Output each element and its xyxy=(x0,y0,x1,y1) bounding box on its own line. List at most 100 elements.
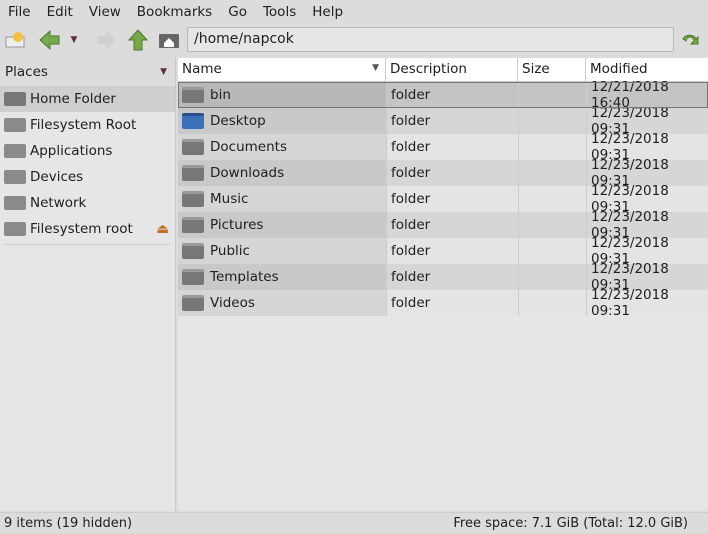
size-cell xyxy=(518,160,586,186)
computer-icon xyxy=(4,170,26,184)
size-cell xyxy=(518,82,586,108)
place-label: Filesystem root xyxy=(30,221,133,237)
place-item[interactable]: Applications xyxy=(0,138,175,164)
column-headers: Name ▼ Description Size Modified xyxy=(178,58,708,82)
folder-downloads-icon xyxy=(182,165,204,181)
back-arrow-icon xyxy=(39,30,60,50)
name-cell: Documents xyxy=(178,134,386,160)
free-space: Free space: 7.1 GiB (Total: 12.0 GiB) xyxy=(453,516,688,531)
places-title: Places xyxy=(5,64,48,80)
chevron-down-icon: ▼ xyxy=(160,67,167,77)
place-item[interactable]: Filesystem root ⏏ xyxy=(0,216,175,242)
name-cell: bin xyxy=(178,82,386,108)
menu-edit[interactable]: Edit xyxy=(47,4,73,20)
menu-bookmarks[interactable]: Bookmarks xyxy=(137,4,212,20)
file-name: bin xyxy=(210,87,231,103)
home-folder-icon xyxy=(159,34,179,48)
back-button[interactable] xyxy=(38,28,62,52)
go-button[interactable] xyxy=(678,28,702,52)
file-name: Music xyxy=(210,191,249,207)
column-description[interactable]: Description xyxy=(386,58,518,81)
column-modified[interactable]: Modified xyxy=(586,58,708,81)
sort-desc-icon: ▼ xyxy=(372,63,379,73)
place-label: Network xyxy=(30,195,87,211)
chevron-down-icon: ▼ xyxy=(70,35,78,45)
menu-help[interactable]: Help xyxy=(312,4,343,20)
item-count: 9 items (19 hidden) xyxy=(4,516,133,531)
file-name: Public xyxy=(210,243,250,259)
forward-arrow-icon xyxy=(97,31,116,49)
place-label: Applications xyxy=(30,143,113,159)
places-sidebar: Places ▼ Home Folder Filesystem Root Applic… xyxy=(0,58,176,511)
home-folder-icon xyxy=(4,92,26,106)
file-name: Documents xyxy=(210,139,287,155)
place-item[interactable]: Network xyxy=(0,190,175,216)
file-name: Downloads xyxy=(210,165,285,181)
folder-templates-icon xyxy=(182,269,204,285)
description-cell: folder xyxy=(386,82,518,108)
description-cell: folder xyxy=(386,134,518,160)
file-name: Templates xyxy=(210,269,279,285)
description-cell: folder xyxy=(386,108,518,134)
network-icon xyxy=(4,196,26,210)
menu-file[interactable]: File xyxy=(8,4,31,20)
folder-pictures-icon xyxy=(182,217,204,233)
file-list: Name ▼ Description Size Modified bin folde… xyxy=(178,58,708,511)
folder-public-icon xyxy=(182,243,204,259)
menu-go[interactable]: Go xyxy=(228,4,247,20)
size-cell xyxy=(518,186,586,212)
folder-documents-icon xyxy=(182,139,204,155)
reload-go-icon xyxy=(682,34,699,45)
place-item[interactable]: Home Folder xyxy=(0,86,175,112)
size-cell xyxy=(518,212,586,238)
column-name[interactable]: Name ▼ xyxy=(178,58,386,81)
name-cell: Videos xyxy=(178,290,386,316)
file-name: Desktop xyxy=(210,113,266,129)
size-cell xyxy=(518,238,586,264)
place-item[interactable]: Devices xyxy=(0,164,175,190)
menu-tools[interactable]: Tools xyxy=(263,4,296,20)
up-arrow-icon xyxy=(128,29,148,51)
name-cell: Public xyxy=(178,238,386,264)
description-cell: folder xyxy=(386,238,518,264)
size-cell xyxy=(518,264,586,290)
new-window-icon xyxy=(5,32,25,48)
address-bar[interactable]: /home/napcok xyxy=(187,27,674,52)
forward-button[interactable] xyxy=(94,28,118,52)
status-bar: 9 items (19 hidden) Free space: 7.1 GiB … xyxy=(0,512,708,534)
desktop-icon xyxy=(182,113,204,129)
column-size[interactable]: Size xyxy=(518,58,586,81)
drive-icon xyxy=(4,222,26,236)
folder-videos-icon xyxy=(182,295,204,311)
new-window-button[interactable] xyxy=(4,28,28,52)
drive-icon xyxy=(4,118,26,132)
modified-cell: 12/23/2018 09:31 xyxy=(586,287,708,319)
name-cell: Desktop xyxy=(178,108,386,134)
history-dropdown[interactable]: ▼ xyxy=(66,28,82,52)
up-button[interactable] xyxy=(126,28,150,52)
column-label: Name xyxy=(182,61,222,77)
menu-view[interactable]: View xyxy=(89,4,121,20)
size-cell xyxy=(518,134,586,160)
description-cell: folder xyxy=(386,186,518,212)
name-cell: Pictures xyxy=(178,212,386,238)
home-button[interactable] xyxy=(157,28,181,52)
name-cell: Music xyxy=(178,186,386,212)
menubar: File Edit View Bookmarks Go Tools Help xyxy=(0,0,708,24)
file-name: Pictures xyxy=(210,217,264,233)
place-item[interactable]: Filesystem Root xyxy=(0,112,175,138)
divider xyxy=(4,244,171,245)
eject-icon[interactable]: ⏏ xyxy=(156,221,169,237)
file-row[interactable]: Videos folder 12/23/2018 09:31 xyxy=(178,287,708,319)
file-name: Videos xyxy=(210,295,255,311)
size-cell xyxy=(518,108,586,134)
folder-music-icon xyxy=(182,191,204,207)
places-header[interactable]: Places ▼ xyxy=(0,58,175,86)
place-label: Filesystem Root xyxy=(30,117,137,133)
description-cell: folder xyxy=(386,160,518,186)
place-label: Home Folder xyxy=(30,91,116,107)
description-cell: folder xyxy=(386,290,518,316)
folder-icon xyxy=(182,87,204,103)
place-label: Devices xyxy=(30,169,84,185)
applications-icon xyxy=(4,144,26,158)
